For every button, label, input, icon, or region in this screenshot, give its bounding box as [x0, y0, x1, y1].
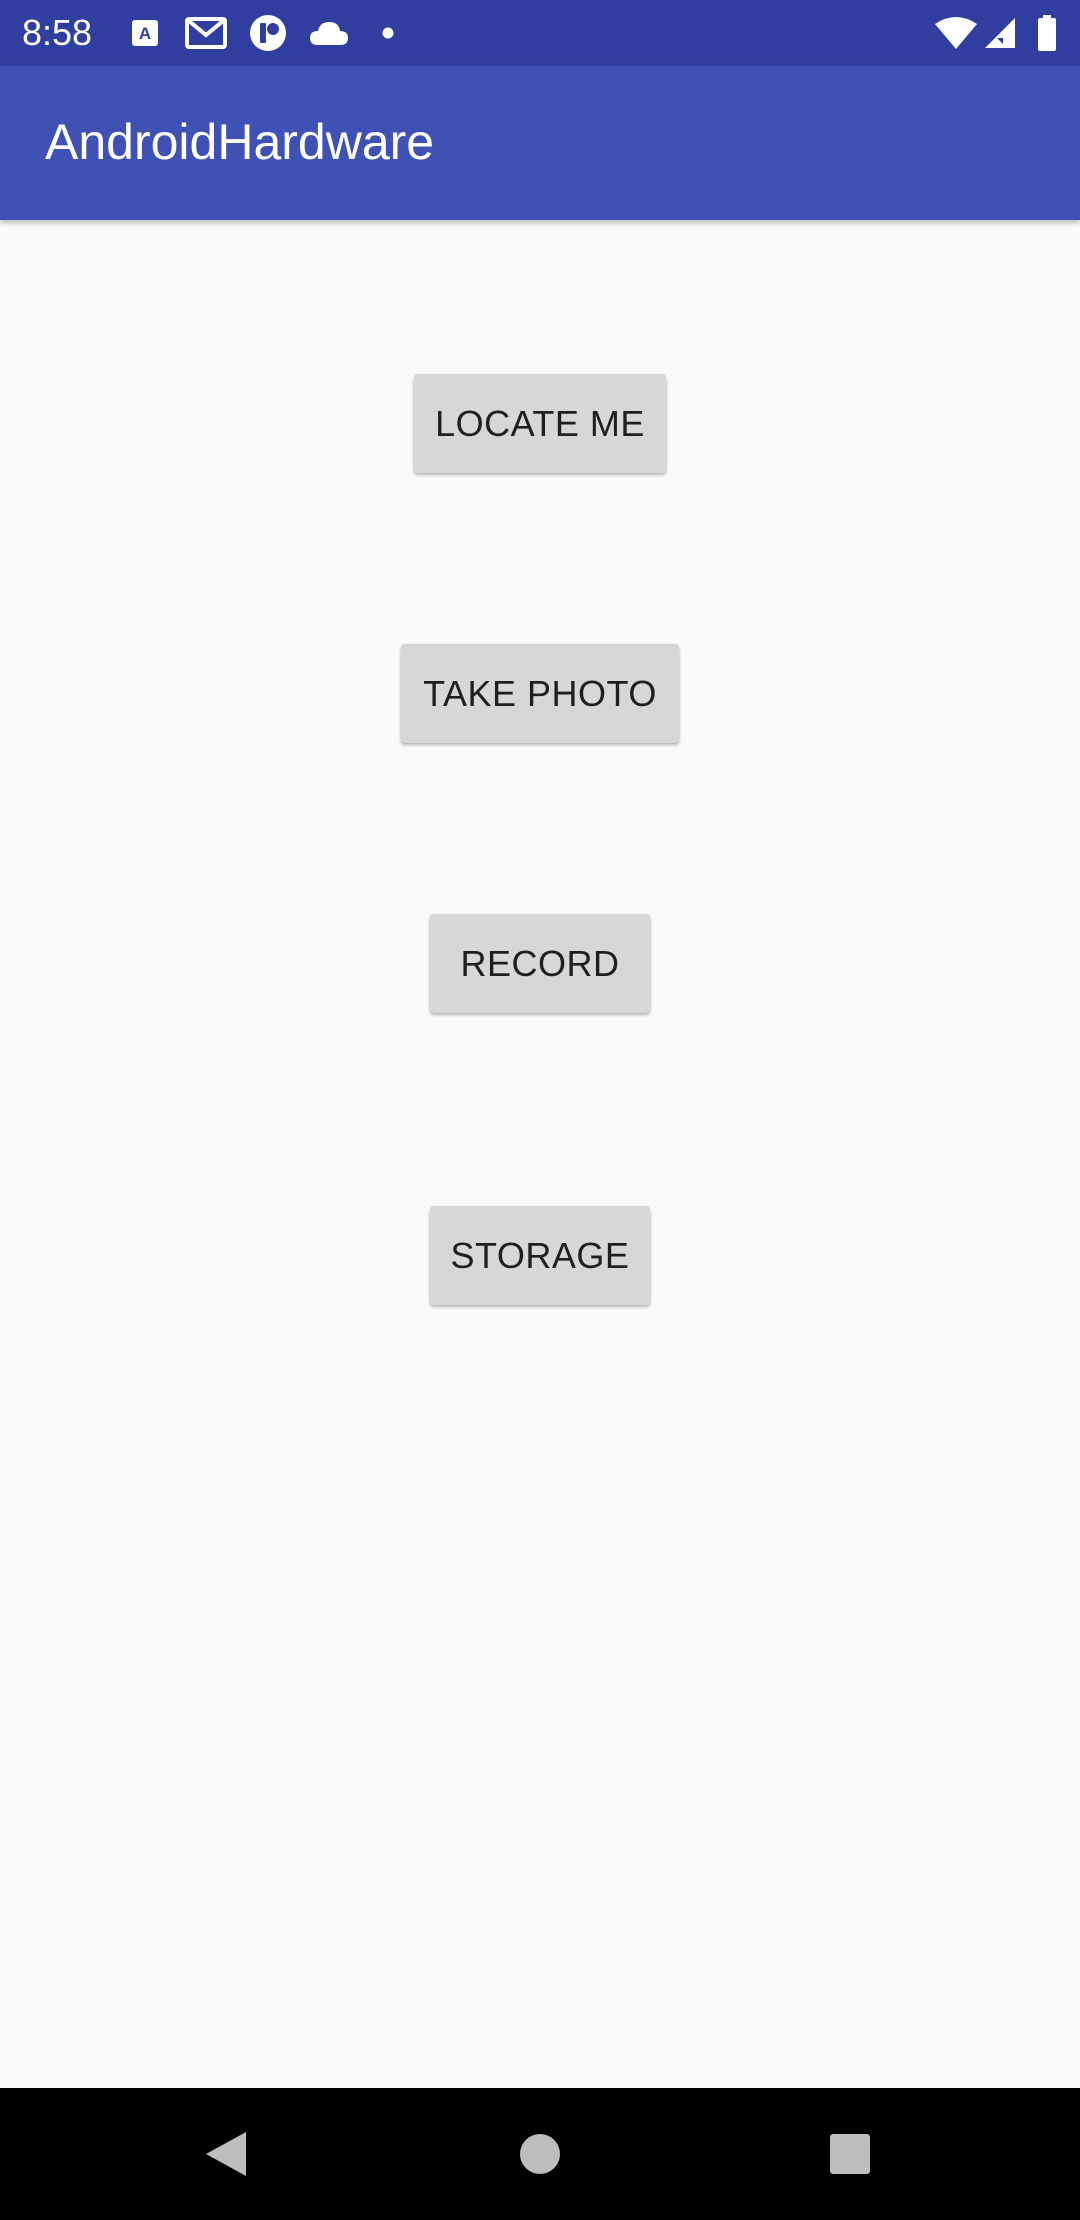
svg-text:A: A	[139, 24, 151, 43]
app-title: AndroidHardware	[45, 114, 435, 170]
recents-icon[interactable]	[810, 2114, 890, 2194]
gmail-icon	[184, 14, 228, 52]
status-time: 8:58	[22, 12, 93, 53]
content-area: LOCATE ME TAKE PHOTO RECORD STORAGE	[0, 220, 1080, 2088]
cloud-icon	[308, 14, 350, 52]
app-notification-icon	[248, 14, 288, 52]
home-icon[interactable]	[500, 2114, 580, 2194]
app-bar: AndroidHardware	[0, 66, 1080, 220]
translate-icon: A	[130, 14, 160, 52]
back-icon[interactable]	[186, 2114, 266, 2194]
record-button[interactable]: RECORD	[430, 914, 650, 1013]
signal-icon	[982, 14, 1018, 52]
wifi-icon	[934, 14, 978, 52]
locate-me-button[interactable]: LOCATE ME	[414, 374, 666, 473]
battery-icon	[1036, 14, 1058, 52]
status-bar: 8:58 A	[0, 0, 1080, 66]
navigation-bar	[0, 2088, 1080, 2220]
take-photo-button[interactable]: TAKE PHOTO	[401, 644, 679, 743]
storage-button[interactable]: STORAGE	[430, 1206, 650, 1305]
dot-icon	[380, 14, 396, 52]
